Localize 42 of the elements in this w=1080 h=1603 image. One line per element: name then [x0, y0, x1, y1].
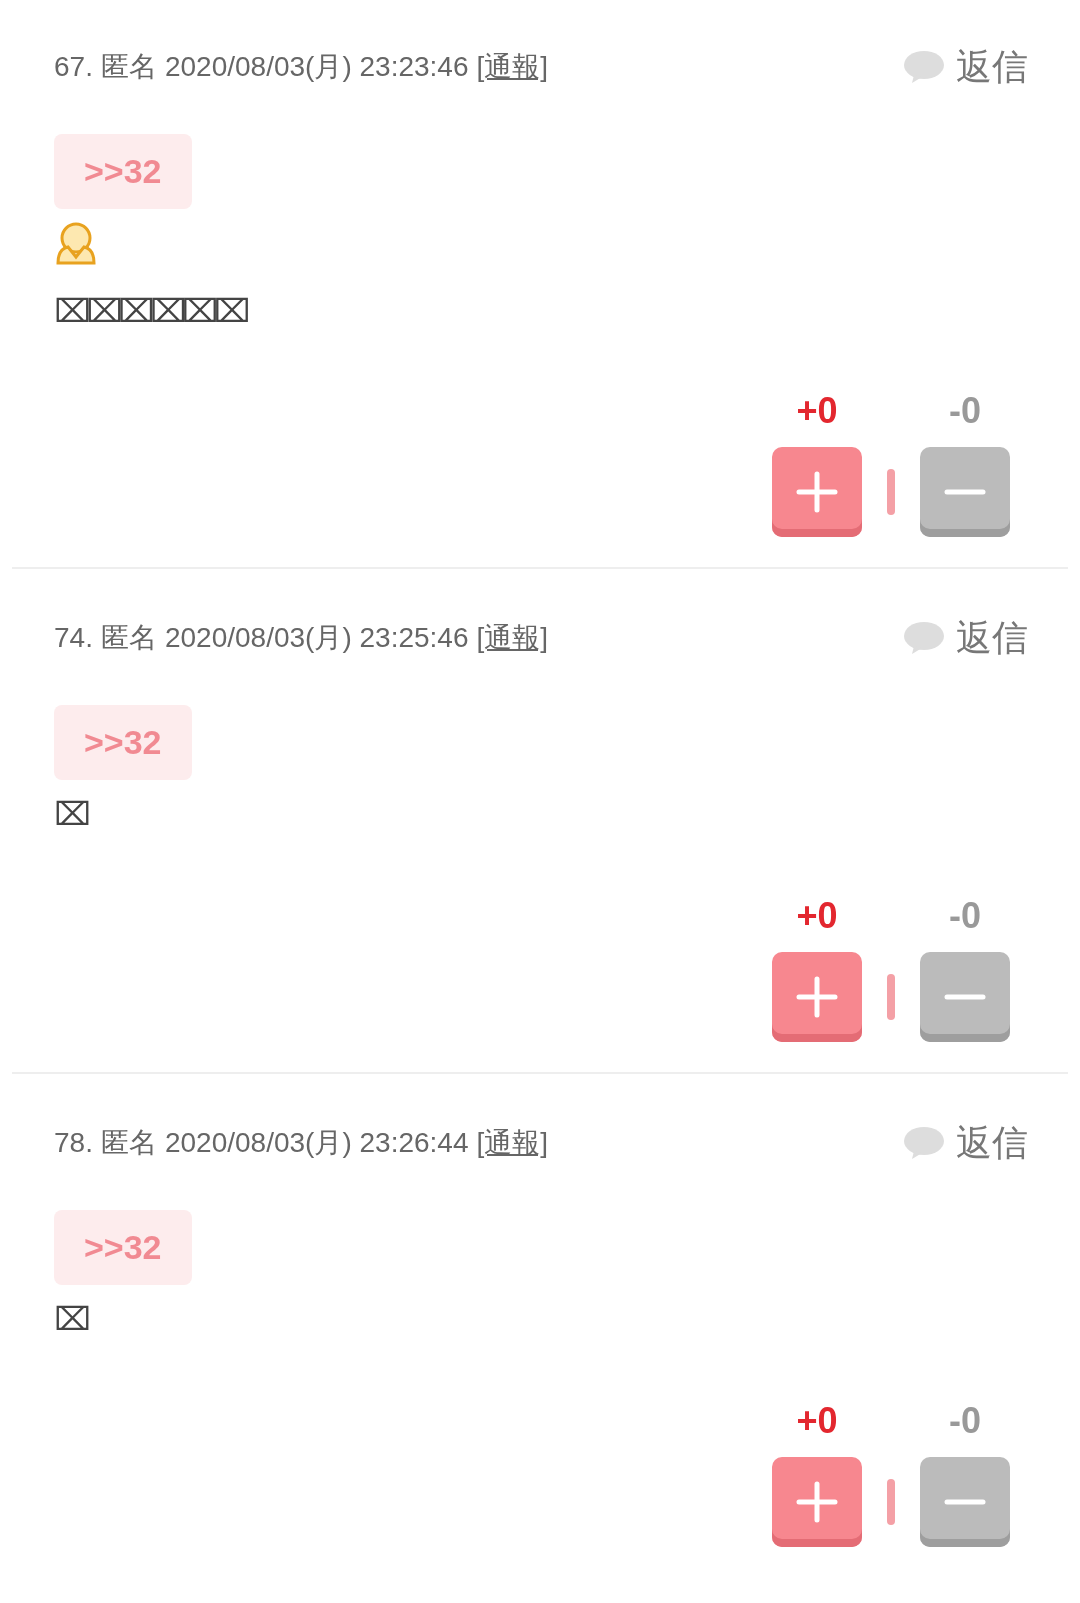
post-body: ⌧⌧⌧⌧⌧⌧: [54, 291, 247, 332]
minus-count: -0: [949, 898, 981, 934]
plus-button[interactable]: [772, 1457, 862, 1547]
speech-bubble-icon: [904, 50, 944, 84]
post-number: 74.: [54, 621, 93, 655]
post-number: 78.: [54, 1126, 93, 1160]
minus-icon: [943, 487, 987, 497]
post-datetime: 2020/08/03(月) 23:23:46: [164, 50, 469, 84]
report-link[interactable]: [通報]: [476, 46, 549, 88]
reply-button[interactable]: 返信: [956, 611, 1028, 665]
minus-icon: [943, 1497, 987, 1507]
minus-count: -0: [949, 393, 981, 429]
plus-icon: [795, 470, 839, 514]
minus-button[interactable]: [920, 1457, 1010, 1547]
plus-icon: [795, 975, 839, 1019]
report-link[interactable]: [通報]: [476, 617, 549, 659]
vote-ratio-bar: [884, 1477, 898, 1527]
minus-icon: [943, 992, 987, 1002]
plus-button[interactable]: [772, 447, 862, 537]
reply-button[interactable]: 返信: [956, 40, 1028, 94]
reply-button[interactable]: 返信: [956, 1116, 1028, 1170]
plus-count: +0: [796, 898, 838, 934]
minus-button[interactable]: [920, 447, 1010, 537]
author-name: 匿名: [100, 1126, 157, 1160]
minus-button[interactable]: [920, 952, 1010, 1042]
author-name: 匿名: [100, 621, 157, 655]
plus-button[interactable]: [772, 952, 862, 1042]
plus-icon: [795, 1480, 839, 1524]
speech-bubble-icon: [904, 1126, 944, 1160]
post-body: ⌧: [54, 1299, 88, 1340]
plus-count: +0: [796, 1403, 838, 1439]
post-body: ⌧: [54, 794, 88, 835]
minus-count: -0: [949, 1403, 981, 1439]
plus-count: +0: [796, 393, 838, 429]
speech-bubble-icon: [904, 621, 944, 655]
author-name: 匿名: [100, 50, 157, 84]
post-datetime: 2020/08/03(月) 23:26:44: [164, 1126, 469, 1160]
report-link[interactable]: [通報]: [476, 1122, 549, 1164]
vote-ratio-bar: [884, 972, 898, 1022]
post-number: 67.: [54, 50, 93, 84]
post-datetime: 2020/08/03(月) 23:25:46: [164, 621, 469, 655]
vote-ratio-bar: [884, 467, 898, 517]
